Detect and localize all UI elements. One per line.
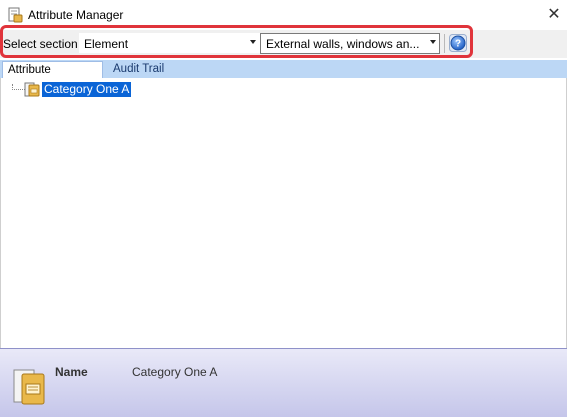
help-icon[interactable]: ? xyxy=(449,34,467,52)
name-label: Name xyxy=(55,365,88,379)
section-combo-value: Element xyxy=(84,37,129,51)
tree-node-category-one-a[interactable]: Category One A xyxy=(42,82,132,97)
category-icon xyxy=(24,82,40,97)
category-large-icon xyxy=(13,369,45,405)
chevron-down-icon[interactable] xyxy=(430,40,436,44)
close-button[interactable]: ✕ xyxy=(542,3,566,27)
attribute-manager-icon xyxy=(8,7,23,23)
subsection-combo[interactable]: External walls, windows an... xyxy=(260,33,440,54)
chevron-down-icon[interactable] xyxy=(250,40,256,44)
attribute-tree[interactable] xyxy=(0,78,567,348)
tab-audit-trail[interactable]: Audit Trail xyxy=(108,61,170,78)
select-section-label: Select section xyxy=(3,37,78,51)
name-value: Category One A xyxy=(132,365,218,379)
close-icon: ✕ xyxy=(547,6,561,23)
subsection-combo-value: External walls, windows an... xyxy=(266,37,420,51)
section-combo[interactable]: Element xyxy=(79,33,260,53)
toolbar-separator xyxy=(444,34,445,53)
tab-attribute-manager[interactable]: Attribute Manager xyxy=(2,61,103,93)
svg-text:?: ? xyxy=(455,39,461,50)
window-title: Attribute Manager xyxy=(28,8,124,22)
details-panel xyxy=(0,348,567,417)
